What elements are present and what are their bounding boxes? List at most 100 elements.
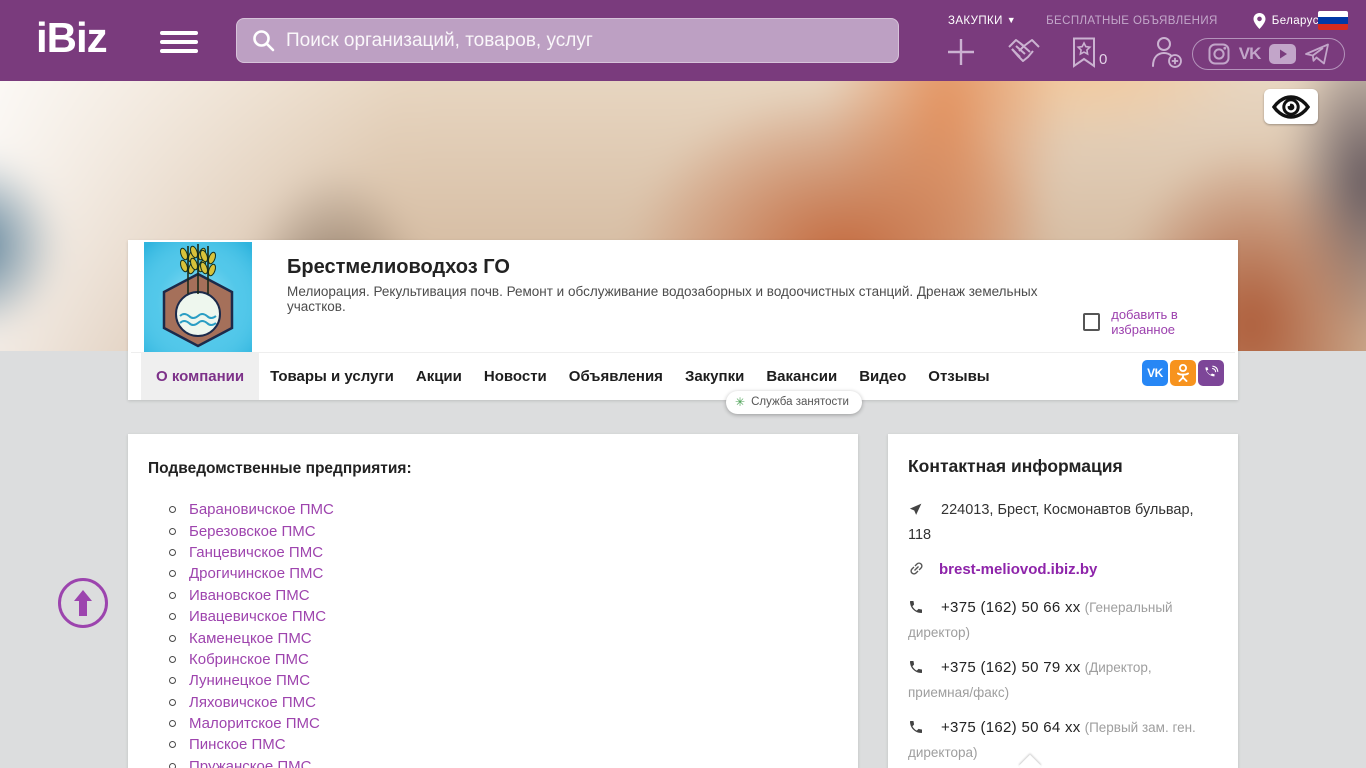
location-pin-icon [1253, 13, 1266, 29]
language-flag-russian[interactable] [1318, 11, 1348, 30]
list-bullet-icon [169, 720, 176, 727]
add-company-button[interactable] [946, 37, 976, 67]
bookmarks-count: 0 [1099, 51, 1107, 68]
partners-button[interactable] [1006, 37, 1042, 67]
subsidiary-item: Ляховичское ПМС [148, 692, 838, 713]
list-bullet-icon [169, 506, 176, 513]
ok-icon [1176, 364, 1190, 382]
subsidiary-link[interactable]: Каменецкое ПМС [189, 630, 312, 647]
favorite-label: добавить в избранное [1111, 307, 1238, 337]
chevron-down-icon: ▼ [1007, 15, 1016, 25]
vk-icon[interactable]: VK [1239, 44, 1261, 64]
subsidiary-item: Малоритское ПМС [148, 713, 838, 734]
favorite-checkbox[interactable] [1083, 313, 1100, 331]
odnoklassniki-button[interactable] [1170, 360, 1196, 386]
employment-service-tooltip: ✳ Служба занятости [726, 391, 862, 414]
tab-otzyvy[interactable]: Отзывы [917, 353, 1000, 400]
tab-akcii[interactable]: Акции [405, 353, 473, 400]
subsidiary-item: Ивацевичское ПМС [148, 606, 838, 627]
subsidiary-link[interactable]: Ивацевичское ПМС [189, 608, 326, 625]
subsidiary-item: Лунинецкое ПМС [148, 670, 838, 691]
subsidiary-link[interactable]: Ляховичское ПМС [189, 694, 316, 711]
tab-novosti[interactable]: Новости [473, 353, 558, 400]
viber-button[interactable] [1198, 360, 1224, 386]
tab-tovary-i-uslugi[interactable]: Товары и услуги [259, 353, 405, 400]
hamburger-menu-button[interactable] [160, 31, 198, 53]
subsidiary-link[interactable]: Малоритское ПМС [189, 715, 320, 732]
list-bullet-icon [169, 570, 176, 577]
vk-share-button[interactable]: VK [1142, 360, 1168, 386]
list-bullet-icon [169, 763, 176, 768]
person-add-icon [1149, 36, 1183, 68]
site-header: iBiz ЗАКУПКИ▼ БЕСПЛАТНЫЕ ОБЪЯВЛЕНИЯ Бела… [0, 0, 1366, 81]
bookmark-star-icon [1072, 37, 1096, 68]
phone-number[interactable]: +375 (162) 50 64 xx [941, 719, 1081, 736]
company-name: Брестмелиоводхоз ГО [287, 256, 510, 279]
navigation-arrow-icon [908, 502, 925, 524]
subsidiary-item: Березовское ПМС [148, 520, 838, 541]
phone-row: +375 (162) 50 66 xx (Генеральный директо… [908, 597, 1218, 644]
header-action-icons: 0 [946, 36, 1213, 68]
subsidiary-item: Ганцевичское ПМС [148, 542, 838, 563]
list-bullet-icon [169, 699, 176, 706]
address-text: 224013, Брест, Космонавтов бульвар, 118 [908, 502, 1194, 543]
subsidiary-link[interactable]: Березовское ПМС [189, 523, 316, 540]
phone-number[interactable]: +375 (162) 50 66 xx [941, 599, 1081, 616]
employment-service-label: Служба занятости [751, 396, 849, 408]
subsidiary-link[interactable]: Ганцевичское ПМС [189, 544, 323, 561]
arrow-up-icon [71, 589, 95, 617]
subsidiary-link[interactable]: Лунинецкое ПМС [189, 672, 310, 689]
nav-free-ads[interactable]: БЕСПЛАТНЫЕ ОБЪЯВЛЕНИЯ [1046, 15, 1218, 27]
subsidiary-link[interactable]: Барановичское ПМС [189, 501, 334, 518]
subsidiary-item: Пружанское ПМС [148, 756, 838, 768]
contact-info-title: Контактная информация [908, 456, 1218, 477]
accessibility-version-button[interactable] [1264, 89, 1318, 124]
list-bullet-icon [169, 741, 176, 748]
scroll-to-top-button[interactable] [58, 578, 108, 628]
add-to-favorites[interactable]: добавить в избранное [1083, 307, 1238, 337]
subsidiary-item: Ивановское ПМС [148, 585, 838, 606]
header-top-nav: ЗАКУПКИ▼ БЕСПЛАТНЫЕ ОБЪЯВЛЕНИЯ Беларусь [948, 13, 1325, 29]
subsidiary-link[interactable]: Кобринское ПМС [189, 651, 309, 668]
list-bullet-icon [169, 635, 176, 642]
subsidiary-item: Барановичское ПМС [148, 499, 838, 520]
phone-icon [908, 599, 925, 622]
subsidiary-link[interactable]: Пинское ПМС [189, 736, 286, 753]
subsidiary-item: Дрогичинское ПМС [148, 563, 838, 584]
phone-row: +375 (162) 50 64 xx (Первый зам. ген. ди… [908, 717, 1218, 764]
link-chain-icon [908, 560, 925, 584]
viber-icon [1203, 365, 1219, 381]
company-social-buttons: VK [1140, 360, 1224, 386]
phone-number[interactable]: +375 (162) 50 79 xx [941, 659, 1081, 676]
subsidiaries-card: Подведомственные предприятия: Барановичс… [128, 434, 858, 768]
country-selector[interactable]: Беларусь [1253, 13, 1326, 29]
company-website-link[interactable]: brest-meliovod.ibiz.by [939, 561, 1097, 578]
telegram-icon[interactable] [1305, 43, 1329, 65]
youtube-icon[interactable] [1269, 44, 1296, 64]
employment-service-icon: ✳ [735, 395, 745, 409]
company-logo[interactable] [144, 242, 252, 353]
ibiz-logo[interactable]: iBiz [36, 14, 107, 62]
list-bullet-icon [169, 656, 176, 663]
list-bullet-icon [169, 613, 176, 620]
subsidiaries-list: Барановичское ПМС Березовское ПМС Ганцевич… [148, 499, 838, 768]
tab-o-kompanii[interactable]: О компании [141, 353, 259, 400]
subsidiary-item: Пинское ПМС [148, 734, 838, 755]
instagram-icon[interactable] [1208, 43, 1230, 65]
list-bullet-icon [169, 592, 176, 599]
nav-zakupki[interactable]: ЗАКУПКИ▼ [948, 15, 1016, 27]
header-social-links: VK [1192, 38, 1345, 70]
tab-video[interactable]: Видео [848, 353, 917, 400]
profile-signup-button[interactable] [1149, 36, 1183, 68]
subsidiary-link[interactable]: Пружанское ПМС [189, 758, 311, 768]
subsidiary-link[interactable]: Дрогичинское ПМС [189, 565, 323, 582]
search-input[interactable] [286, 30, 898, 52]
subsidiary-link[interactable]: Ивановское ПМС [189, 587, 310, 604]
phone-icon [908, 719, 925, 742]
tab-obyavleniya[interactable]: Объявления [558, 353, 674, 400]
list-bullet-icon [169, 549, 176, 556]
bookmarks-button[interactable]: 0 [1072, 37, 1107, 68]
company-description: Мелиорация. Рекультивация почв. Ремонт и… [287, 284, 1087, 314]
company-profile-page: iBiz ЗАКУПКИ▼ БЕСПЛАТНЫЕ ОБЪЯВЛЕНИЯ Бела… [0, 0, 1366, 768]
phone-row: +375 (162) 50 79 xx (Директор, приемная/… [908, 657, 1218, 704]
